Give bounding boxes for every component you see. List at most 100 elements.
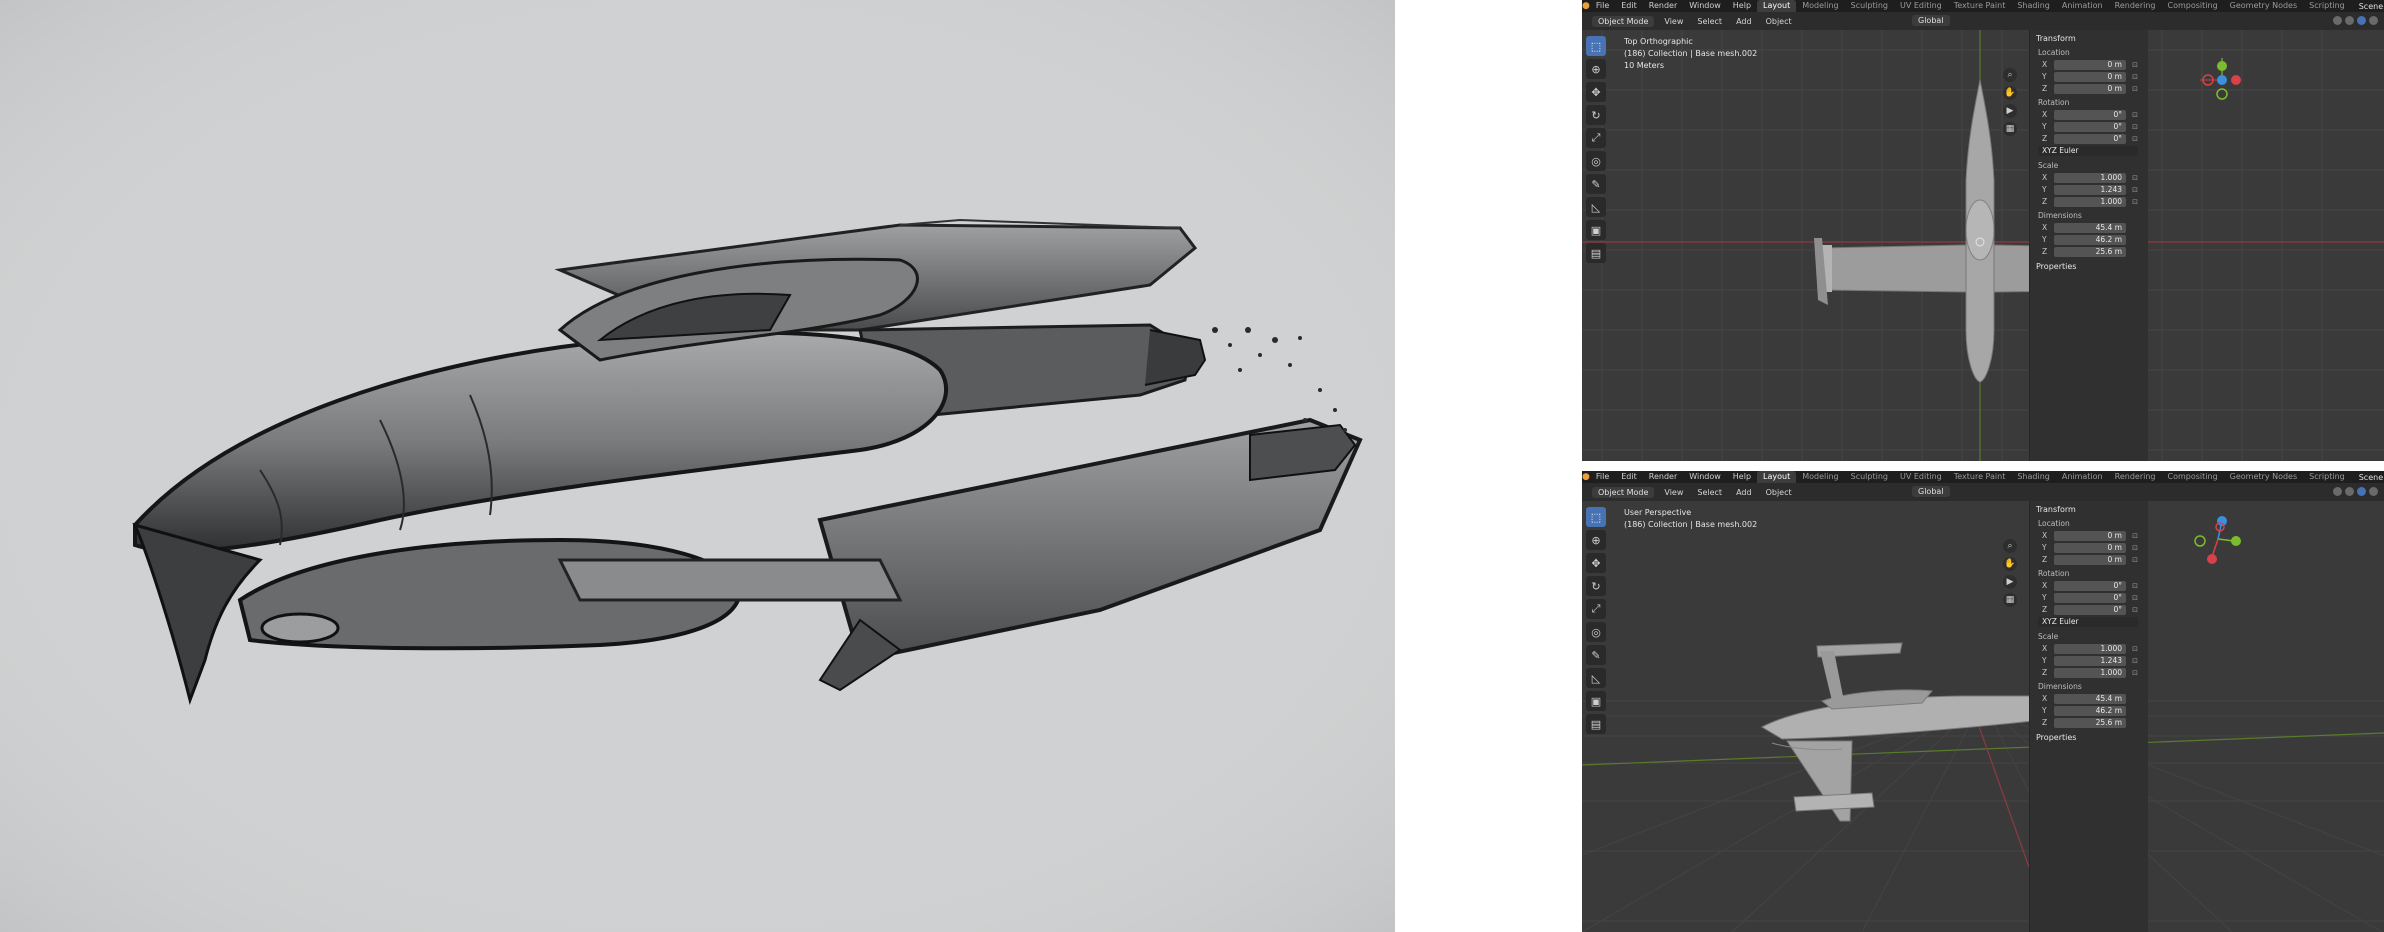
header-view[interactable]: View [1660,16,1687,27]
menu-window[interactable]: Window [1683,471,1727,483]
grid-icon[interactable]: ▦ [2003,122,2017,136]
lock-icon[interactable]: ⊡ [2126,174,2138,182]
rotation-z-field[interactable]: 0° [2054,604,2126,615]
dimension-x-field[interactable]: 45.4 m [2054,693,2126,704]
measure-icon[interactable]: ◺ [1586,197,1606,217]
rotation-x-field[interactable]: 0° [2054,109,2126,120]
annotate-icon[interactable]: ✎ [1586,645,1606,665]
lock-icon[interactable]: ⊡ [2126,198,2138,206]
location-z-field[interactable]: 0 m [2054,554,2126,565]
move-icon[interactable]: ✥ [1586,82,1606,102]
lock-icon[interactable]: ⊡ [2126,186,2138,194]
cursor-icon[interactable]: ⊕ [1586,59,1606,79]
hand-pan-icon[interactable]: ✋ [2003,557,2017,571]
camera-icon[interactable]: ▶ [2003,104,2017,118]
blender-logo-icon[interactable]: ● [1582,0,1590,12]
tab-geometry-nodes[interactable]: Geometry Nodes [2224,471,2303,483]
tab-animation[interactable]: Animation [2056,471,2109,483]
scale-icon[interactable]: ⤢ [1586,128,1606,148]
location-z-field[interactable]: 0 m [2054,83,2126,94]
menu-edit[interactable]: Edit [1615,0,1643,12]
tab-layout[interactable]: Layout [1757,471,1797,483]
dimension-z-field[interactable]: 25.6 m [2054,717,2126,728]
move-icon[interactable]: ✥ [1586,553,1606,573]
scale-y-field[interactable]: 1.243 [2054,655,2126,666]
rotation-y-field[interactable]: 0° [2054,121,2126,132]
mode-dropdown[interactable]: Object Mode [1592,15,1655,27]
rotation-x-field[interactable]: 0° [2054,580,2126,591]
scene-selector[interactable]: Scene [2351,2,2384,11]
dimension-y-field[interactable]: 46.2 m [2054,234,2126,245]
hand-pan-icon[interactable]: ✋ [2003,86,2017,100]
location-x-field[interactable]: 0 m [2054,59,2126,70]
tab-layout[interactable]: Layout [1757,0,1797,12]
tab-compositing[interactable]: Compositing [2162,0,2224,12]
image-icon[interactable]: ▤ [1586,714,1606,734]
zoom-icon[interactable]: ⌕ [2003,539,2017,553]
tab-rendering[interactable]: Rendering [2109,471,2162,483]
header-select[interactable]: Select [1693,487,1726,498]
location-y-field[interactable]: 0 m [2054,542,2126,553]
scale-x-field[interactable]: 1.000 [2054,643,2126,654]
tab-modeling[interactable]: Modeling [1796,471,1844,483]
lock-icon[interactable]: ⊡ [2126,594,2138,602]
rotation-z-field[interactable]: 0° [2054,133,2126,144]
tab-compositing[interactable]: Compositing [2162,471,2224,483]
dimension-z-field[interactable]: 25.6 m [2054,246,2126,257]
menu-render[interactable]: Render [1643,0,1683,12]
menu-window[interactable]: Window [1683,0,1727,12]
tab-shading[interactable]: Shading [2011,0,2056,12]
mode-dropdown[interactable]: Object Mode [1592,486,1655,498]
annotate-icon[interactable]: ✎ [1586,174,1606,194]
tab-uv-editing[interactable]: UV Editing [1894,0,1948,12]
tab-modeling[interactable]: Modeling [1796,0,1844,12]
menu-edit[interactable]: Edit [1615,471,1643,483]
transform-icon[interactable]: ◎ [1586,622,1606,642]
lock-icon[interactable]: ⊡ [2126,123,2138,131]
header-add[interactable]: Add [1732,487,1756,498]
lock-icon[interactable]: ⊡ [2126,532,2138,540]
lock-icon[interactable]: ⊡ [2126,544,2138,552]
properties-header[interactable]: Properties [2030,729,2148,744]
add-cube-icon[interactable]: ▣ [1586,220,1606,240]
tab-shading[interactable]: Shading [2011,471,2056,483]
transform-header[interactable]: Transform [2030,501,2148,516]
transform-icon[interactable]: ◎ [1586,151,1606,171]
scene-selector[interactable]: Scene [2351,473,2384,482]
tab-texture-paint[interactable]: Texture Paint [1948,0,2012,12]
header-view[interactable]: View [1660,487,1687,498]
tab-scripting[interactable]: Scripting [2303,0,2351,12]
lock-icon[interactable]: ⊡ [2126,556,2138,564]
menu-file[interactable]: File [1590,471,1615,483]
menu-help[interactable]: Help [1727,0,1757,12]
rotation-mode-dropdown[interactable]: XYZ Euler [2038,617,2138,627]
scale-z-field[interactable]: 1.000 [2054,196,2126,207]
rotation-mode-dropdown[interactable]: XYZ Euler [2038,146,2138,156]
scale-icon[interactable]: ⤢ [1586,599,1606,619]
viewport-top-ortho[interactable]: Top Orthographic (186) Collection | Base… [1582,30,2384,461]
orientation-dropdown[interactable]: Global [1912,486,1950,497]
dimension-y-field[interactable]: 46.2 m [2054,705,2126,716]
orientation-dropdown[interactable]: Global [1912,15,1950,26]
scale-y-field[interactable]: 1.243 [2054,184,2126,195]
tab-uv-editing[interactable]: UV Editing [1894,471,1948,483]
header-select[interactable]: Select [1693,16,1726,27]
lock-icon[interactable]: ⊡ [2126,582,2138,590]
shading-buttons[interactable] [2333,16,2378,25]
location-y-field[interactable]: 0 m [2054,71,2126,82]
tab-scripting[interactable]: Scripting [2303,471,2351,483]
rotate-icon[interactable]: ↻ [1586,105,1606,125]
rotate-icon[interactable]: ↻ [1586,576,1606,596]
lock-icon[interactable]: ⊡ [2126,135,2138,143]
cursor-icon[interactable]: ⊕ [1586,530,1606,550]
rotation-y-field[interactable]: 0° [2054,592,2126,603]
header-object[interactable]: Object [1762,487,1796,498]
tab-texture-paint[interactable]: Texture Paint [1948,471,2012,483]
menu-help[interactable]: Help [1727,471,1757,483]
lock-icon[interactable]: ⊡ [2126,73,2138,81]
lock-icon[interactable]: ⊡ [2126,669,2138,677]
lock-icon[interactable]: ⊡ [2126,606,2138,614]
menu-file[interactable]: File [1590,0,1615,12]
tab-sculpting[interactable]: Sculpting [1845,471,1894,483]
lock-icon[interactable]: ⊡ [2126,61,2138,69]
